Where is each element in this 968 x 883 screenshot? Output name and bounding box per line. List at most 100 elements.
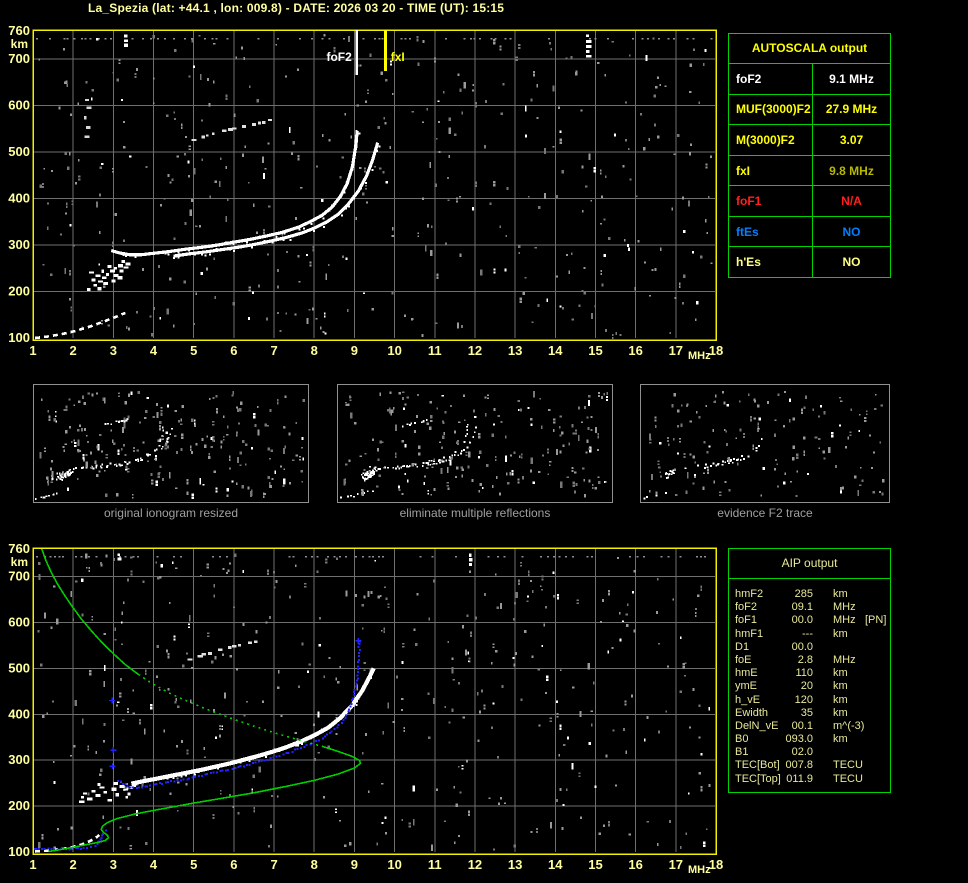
aip-cell: 007.8 — [785, 759, 813, 772]
autoscala-table-header: AUTOSCALA output — [729, 34, 890, 64]
aip-row-D1: D1 00.0 — [729, 641, 890, 654]
x-tick-label: 7 — [270, 857, 277, 872]
y-tick-label: 500 — [8, 660, 30, 675]
x-tick-label: 2 — [70, 857, 77, 872]
aip-cell: B0 — [735, 733, 749, 746]
autoscala-row-label: MUF(3000)F2 — [729, 94, 813, 125]
aip-cell: foF1 — [735, 614, 758, 627]
aip-row-B0: B0 093.0 km — [729, 733, 890, 746]
aip-row-DelNvE: DelN_vE 00.1 m^(-3) — [729, 720, 890, 733]
aip-cell: TECU — [833, 759, 863, 772]
aip-cell: 00.0 — [791, 640, 813, 653]
autoscala-row-value: NO — [842, 255, 861, 270]
aip-table-header: AIP output — [729, 549, 890, 579]
aip-row-TECTop: TEC[Top] 011.9 TECU — [729, 773, 890, 786]
x-tick-label: 7 — [270, 343, 277, 358]
autoscala-row-hEs: h'Es NO — [729, 247, 890, 278]
density-profile-middle — [137, 673, 323, 748]
x-tick-label: 16 — [628, 857, 642, 872]
x-tick-label: 6 — [230, 343, 237, 358]
aip-table-rows: hmF2 285 km foF2 09.1 MHz foF1 00.0 MHz [PN] hmF1 -… — [729, 579, 890, 786]
aip-cell: MHz — [833, 601, 856, 614]
fitted-outliers — [109, 763, 116, 770]
autoscala-row-value: 27.9 MHz — [825, 102, 878, 117]
aip-cell: TECU — [833, 772, 863, 785]
aip-cell: B1 — [735, 746, 749, 759]
y-tick-label: 200 — [8, 283, 30, 298]
fitted-outliers — [109, 697, 116, 704]
aip-row-hmF1: hmF1 --- km — [729, 628, 890, 641]
x-tick-label: 9 — [351, 857, 358, 872]
thumbnail-caption-eliminate: eliminate multiple reflections — [399, 506, 551, 520]
aip-row-foE: foE 2.8 MHz — [729, 654, 890, 667]
y-tick-label: 600 — [8, 97, 30, 112]
y-tick-label: 300 — [8, 752, 30, 767]
autoscala-row-M3000F2: M(3000)F2 3.07 — [729, 125, 890, 156]
aip-cell: hmF2 — [735, 588, 764, 600]
autoscala-row-label: foF2 — [729, 64, 813, 94]
x-tick-label: 9 — [351, 343, 358, 358]
thumbnail-eliminate-reflections — [337, 384, 613, 503]
aip-cell: Ewidth — [735, 706, 769, 719]
x-tick-label: 15 — [588, 857, 602, 872]
x-tick-label: 13 — [508, 343, 522, 358]
autoscala-row-ftEs: ftEs NO — [729, 216, 890, 248]
autoscala-row-foF2: foF2 9.1 MHz — [729, 64, 890, 95]
aip-cell: foE — [735, 653, 752, 666]
aip-cell: D1 — [735, 640, 750, 653]
aip-cell: 093.0 — [785, 733, 813, 746]
thumbnail-caption-evidence: evidence F2 trace — [717, 506, 813, 520]
fxi-marker-label: fxI — [391, 50, 405, 64]
x-tick-label: 18 — [709, 857, 723, 872]
x-tick-label: 3 — [110, 857, 117, 872]
thumbnail-evidence-f2-trace — [640, 384, 890, 503]
top-ionogram: foF2 fxI1 2 3 4 5 6 7 8 9 10 11 12 13 14 15 16 17 18MHz760… — [8, 23, 723, 362]
x-tick-label: 8 — [311, 343, 318, 358]
y-tick-label: 760 — [8, 23, 30, 38]
autoscala-row-fxI: fxI 9.8 MHz — [729, 155, 890, 187]
autoscala-row-value: 9.1 MHz — [829, 71, 874, 86]
autoscala-row-value: 3.07 — [839, 132, 864, 147]
autoscala-row-label: foF1 — [729, 186, 813, 216]
aip-cell: 00.0 — [791, 614, 813, 627]
aip-cell: h_vE — [735, 693, 761, 706]
aip-cell: --- — [802, 627, 813, 640]
autoscala-row-value: N/A — [841, 194, 862, 209]
aip-row-hvE: h_vE 120 km — [729, 694, 890, 707]
aip-cell: 110 — [795, 667, 813, 680]
aip-cell: km — [833, 706, 848, 719]
x-tick-label: 11 — [428, 343, 442, 358]
x-tick-label: 10 — [387, 857, 401, 872]
aip-output-table: AIP output hmF2 285 km foF2 09.1 MHz foF1 00.0 M… — [728, 548, 891, 793]
aip-row-foF2: foF2 09.1 MHz — [729, 601, 890, 614]
y-tick-label: 400 — [8, 706, 30, 721]
autoscala-row-MUF3000F2: MUF(3000)F2 27.9 MHz — [729, 94, 890, 126]
raw-f-trace — [130, 667, 376, 786]
aip-cell: 09.1 — [791, 601, 813, 614]
y-tick-label: 200 — [8, 798, 30, 813]
x-tick-label: 12 — [468, 343, 482, 358]
aip-cell: foF2 — [735, 601, 758, 614]
x-tick-label: 5 — [190, 857, 197, 872]
x-tick-label: 16 — [628, 343, 642, 358]
aip-cell: km — [833, 680, 848, 693]
y-axis-unit: km — [11, 555, 28, 569]
y-tick-label: 700 — [8, 51, 30, 66]
y-tick-label: 760 — [8, 541, 30, 556]
autoscala-output-table: AUTOSCALA output foF2 9.1 MHz MUF(3000)F2 2… — [728, 33, 891, 278]
x-axis-unit: MHz — [688, 350, 711, 362]
autoscala-row-label: h'Es — [729, 247, 813, 278]
y-tick-label: 100 — [8, 330, 30, 345]
aip-cell: hmF1 — [735, 627, 764, 640]
x-tick-label: 10 — [387, 343, 401, 358]
aip-cell: 011.9 — [786, 772, 813, 785]
bottom-ionogram-frame — [32, 547, 717, 855]
x-tick-label: 1 — [29, 343, 36, 358]
autoscala-row-value: 9.8 MHz — [829, 163, 874, 178]
bottom-ionogram: 1 2 3 4 5 6 7 8 9 10 11 12 13 14 15 16 17 18MHz7607006005… — [8, 541, 723, 876]
x-tick-label: 15 — [588, 343, 602, 358]
thumbnail-original-ionogram — [33, 384, 309, 503]
x-tick-label: 8 — [311, 857, 318, 872]
x-tick-label: 1 — [29, 857, 36, 872]
e-trace — [34, 311, 126, 340]
